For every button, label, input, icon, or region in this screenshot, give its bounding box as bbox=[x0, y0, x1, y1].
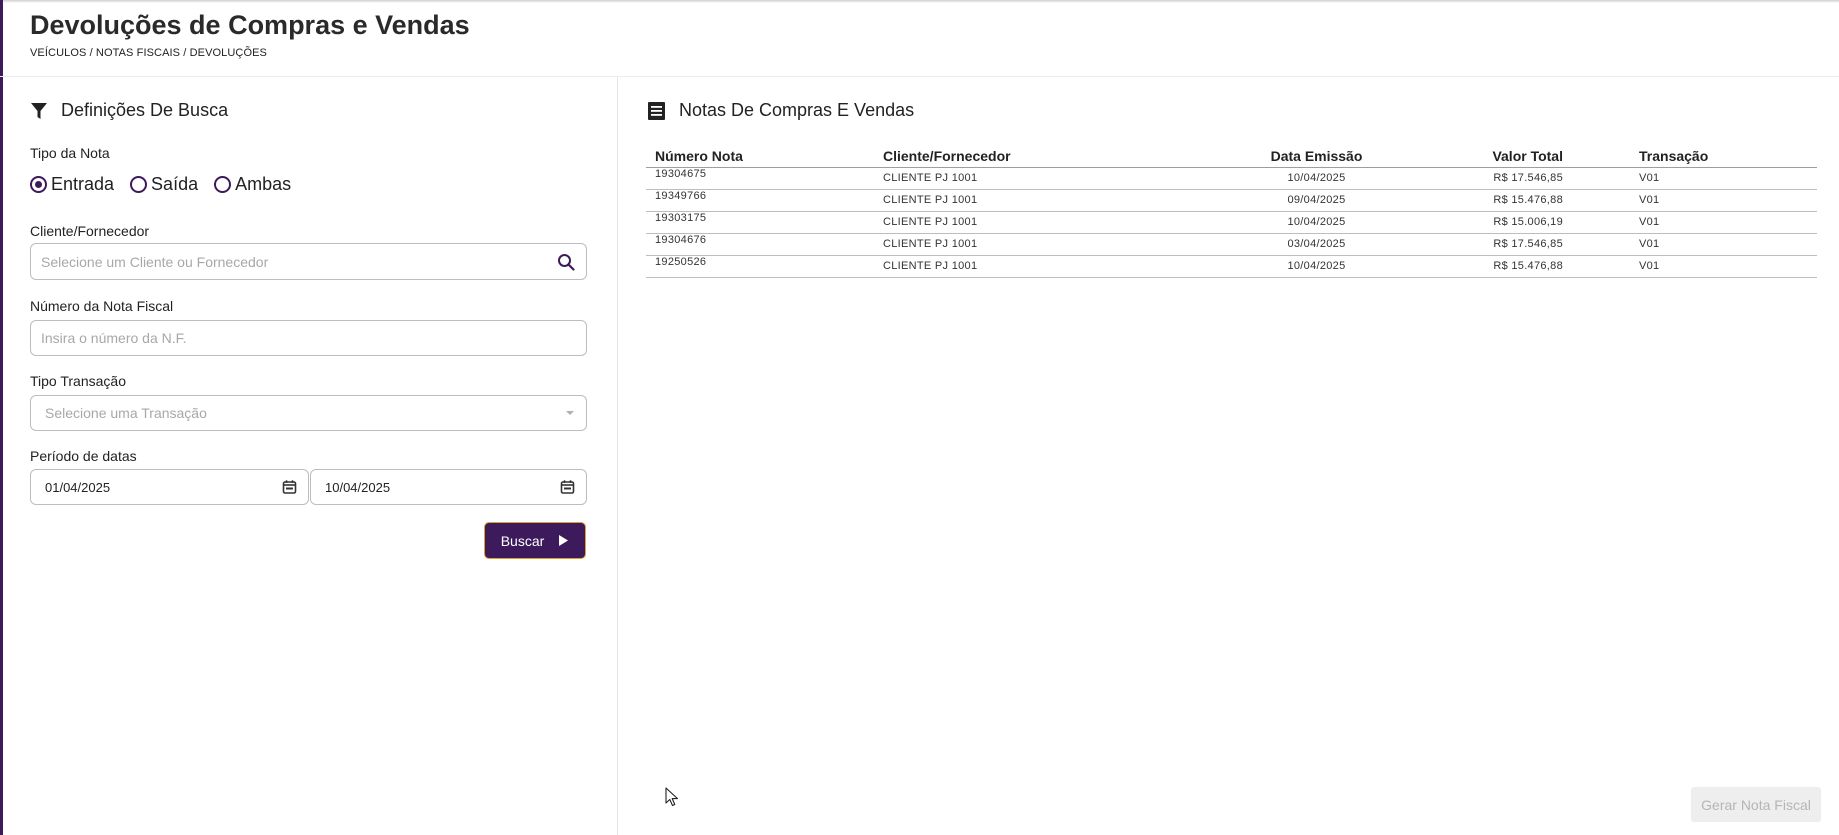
cell-data: 10/04/2025 bbox=[1229, 255, 1404, 278]
cell-numero: 19303175 bbox=[646, 211, 874, 234]
numero-nf-placeholder: Insira o número da N.F. bbox=[41, 330, 187, 346]
page-title: Devoluções de Compras e Vendas bbox=[30, 10, 470, 40]
col-valor-total[interactable]: Valor Total bbox=[1404, 147, 1569, 168]
notes-table: Número Nota Cliente/Fornecedor Data Emis… bbox=[646, 147, 1817, 278]
radio-ambas-label: Ambas bbox=[235, 174, 292, 194]
search-definitions-panel: Definições De Busca Tipo da Nota Entrada… bbox=[3, 77, 618, 835]
date-end-input[interactable]: 10/04/2025 bbox=[310, 469, 587, 505]
table-row[interactable]: 19304676 CLIENTE PJ 1001 03/04/2025 R$ 1… bbox=[646, 233, 1817, 256]
play-icon bbox=[559, 535, 569, 546]
cell-cliente: CLIENTE PJ 1001 bbox=[874, 255, 1229, 278]
notes-title: Notas De Compras E Vendas bbox=[679, 100, 915, 120]
filter-icon bbox=[31, 102, 47, 119]
cell-numero: 19250526 bbox=[646, 255, 874, 278]
cell-data: 10/04/2025 bbox=[1229, 167, 1404, 190]
radio-ambas[interactable]: Ambas bbox=[214, 174, 291, 195]
radio-ambas-circle[interactable] bbox=[214, 176, 232, 193]
cell-valor: R$ 17.546,85 bbox=[1404, 233, 1569, 256]
cell-numero: 19349766 bbox=[646, 189, 874, 212]
cell-cliente: CLIENTE PJ 1001 bbox=[874, 167, 1229, 190]
radio-saida[interactable]: Saída bbox=[130, 174, 198, 195]
cell-numero: 19304676 bbox=[646, 233, 874, 256]
buscar-button-label: Buscar bbox=[500, 532, 545, 549]
cliente-placeholder: Selecione um Cliente ou Fornecedor bbox=[41, 253, 269, 270]
cliente-label: Cliente/Fornecedor bbox=[30, 223, 150, 239]
cell-cliente: CLIENTE PJ 1001 bbox=[874, 211, 1229, 234]
radio-saida-circle[interactable] bbox=[130, 176, 148, 193]
receipt-icon bbox=[648, 101, 665, 120]
cell-transacao: V01 bbox=[1569, 233, 1817, 256]
radio-entrada-label: Entrada bbox=[51, 174, 115, 194]
filters-title: Definições De Busca bbox=[61, 100, 229, 120]
col-data-emissao[interactable]: Data Emissão bbox=[1229, 147, 1404, 168]
numero-nf-input[interactable]: Insira o número da N.F. bbox=[30, 320, 587, 356]
search-icon[interactable] bbox=[557, 253, 575, 271]
gerar-nota-fiscal-button[interactable]: Gerar Nota Fiscal bbox=[1691, 787, 1821, 822]
cliente-search-input[interactable]: Selecione um Cliente ou Fornecedor bbox=[30, 243, 587, 280]
cell-valor: R$ 17.546,85 bbox=[1404, 167, 1569, 190]
col-transacao[interactable]: Transação bbox=[1569, 147, 1817, 168]
cell-data: 10/04/2025 bbox=[1229, 211, 1404, 234]
breadcrumb: VEÍCULOS / NOTAS FISCAIS / DEVOLUÇÕES bbox=[30, 47, 267, 59]
cell-data: 09/04/2025 bbox=[1229, 189, 1404, 212]
table-row[interactable]: 19349766 CLIENTE PJ 1001 09/04/2025 R$ 1… bbox=[646, 189, 1817, 212]
table-row[interactable]: 19304675 CLIENTE PJ 1001 10/04/2025 R$ 1… bbox=[646, 167, 1817, 190]
cell-transacao: V01 bbox=[1569, 167, 1817, 190]
date-start-value: 01/04/2025 bbox=[45, 479, 111, 495]
cell-transacao: V01 bbox=[1569, 211, 1817, 234]
cell-transacao: V01 bbox=[1569, 255, 1817, 278]
notes-header: Notas De Compras E Vendas bbox=[647, 100, 914, 121]
radio-entrada-circle[interactable] bbox=[30, 176, 47, 193]
filters-header: Definições De Busca bbox=[30, 100, 228, 121]
tipo-transacao-placeholder: Selecione uma Transação bbox=[45, 405, 207, 421]
tipo-transacao-select[interactable]: Selecione uma Transação bbox=[30, 395, 587, 431]
date-end-value: 10/04/2025 bbox=[325, 479, 391, 495]
table-header-row: Número Nota Cliente/Fornecedor Data Emis… bbox=[646, 147, 1817, 168]
cell-cliente: CLIENTE PJ 1001 bbox=[874, 189, 1229, 212]
cell-valor: R$ 15.006,19 bbox=[1404, 211, 1569, 234]
cell-data: 03/04/2025 bbox=[1229, 233, 1404, 256]
page-header: Devoluções de Compras e Vendas VEÍCULOS … bbox=[0, 0, 1839, 77]
tipo-transacao-label: Tipo Transação bbox=[30, 373, 126, 389]
cell-valor: R$ 15.476,88 bbox=[1404, 255, 1569, 278]
date-start-input[interactable]: 01/04/2025 bbox=[30, 469, 309, 505]
periodo-label: Período de datas bbox=[30, 448, 137, 464]
cell-transacao: V01 bbox=[1569, 189, 1817, 212]
radio-entrada[interactable]: Entrada bbox=[30, 174, 114, 195]
cell-valor: R$ 15.476,88 bbox=[1404, 189, 1569, 212]
tipo-nota-radio-group: Entrada Saída Ambas bbox=[30, 174, 291, 195]
notes-panel: Notas De Compras E Vendas Número Nota Cl… bbox=[618, 77, 1839, 835]
numero-nf-label: Número da Nota Fiscal bbox=[30, 298, 174, 314]
buscar-button[interactable]: Buscar bbox=[484, 522, 586, 559]
col-numero-nota[interactable]: Número Nota bbox=[646, 147, 874, 168]
cell-numero: 19304675 bbox=[646, 167, 874, 190]
table-row[interactable]: 19250526 CLIENTE PJ 1001 10/04/2025 R$ 1… bbox=[646, 255, 1817, 278]
mouse-cursor-icon bbox=[665, 787, 679, 807]
radio-saida-label: Saída bbox=[151, 174, 199, 194]
table-row[interactable]: 19303175 CLIENTE PJ 1001 10/04/2025 R$ 1… bbox=[646, 211, 1817, 234]
col-cliente[interactable]: Cliente/Fornecedor bbox=[874, 147, 1229, 168]
chevron-down-icon[interactable] bbox=[565, 410, 575, 416]
tipo-nota-label: Tipo da Nota bbox=[30, 145, 110, 161]
calendar-icon[interactable] bbox=[560, 480, 575, 495]
cell-cliente: CLIENTE PJ 1001 bbox=[874, 233, 1229, 256]
calendar-icon[interactable] bbox=[282, 480, 297, 495]
